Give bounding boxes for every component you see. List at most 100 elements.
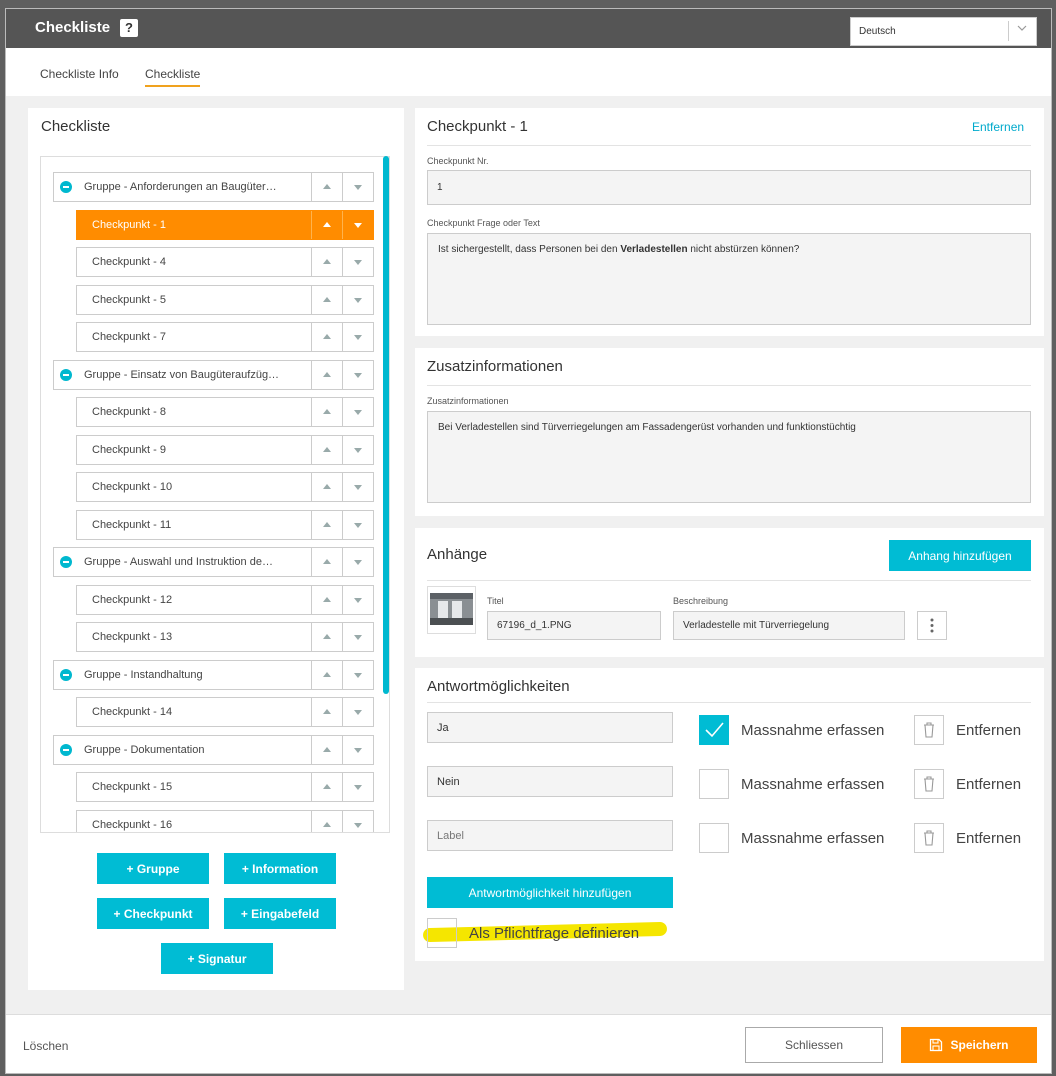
arrow-up-icon <box>323 184 331 189</box>
tree-item[interactable]: Checkpunkt - 1 <box>76 210 374 240</box>
remove-answer-button[interactable] <box>914 769 944 799</box>
tree-group[interactable]: Gruppe - Auswahl und Instruktion de… <box>53 547 374 577</box>
move-down-button[interactable] <box>342 173 373 201</box>
move-up-button[interactable] <box>311 323 342 351</box>
tree-item[interactable]: Checkpunkt - 7 <box>76 322 374 352</box>
move-down-button[interactable] <box>342 623 373 651</box>
remove-checkpoint-link[interactable]: Entfernen <box>972 120 1024 134</box>
tab-checkliste-info[interactable]: Checkliste Info <box>40 67 119 81</box>
answer-option-field[interactable]: Label <box>427 820 673 851</box>
move-down-button[interactable] <box>342 398 373 426</box>
move-down-button[interactable] <box>342 736 373 764</box>
arrow-up-icon <box>323 484 331 489</box>
checkpoint-question-field[interactable]: Ist sichergestellt, dass Personen bei de… <box>427 233 1031 325</box>
move-down-button[interactable] <box>342 211 373 239</box>
move-up-button[interactable] <box>311 473 342 501</box>
tree-group[interactable]: Gruppe - Anforderungen an Baugüter… <box>53 172 374 202</box>
tree-item[interactable]: Checkpunkt - 8 <box>76 397 374 427</box>
move-up-button[interactable] <box>311 361 342 389</box>
chevron-down-icon[interactable] <box>1017 23 1027 33</box>
remove-answer-button[interactable] <box>914 715 944 745</box>
add-answer-button[interactable]: Antwortmöglichkeit hinzufügen <box>427 877 673 908</box>
move-down-button[interactable] <box>342 248 373 276</box>
collapse-icon[interactable] <box>60 669 72 681</box>
measure-checkbox[interactable] <box>699 769 729 799</box>
dialog-title: Checkliste <box>35 19 111 36</box>
move-up-button[interactable] <box>311 623 342 651</box>
remove-answer-button[interactable] <box>914 823 944 853</box>
remove-answer-label[interactable]: Entfernen <box>956 830 1021 847</box>
tree-item[interactable]: Checkpunkt - 4 <box>76 247 374 277</box>
tree-group[interactable]: Gruppe - Instandhaltung <box>53 660 374 690</box>
attachment-more-button[interactable] <box>917 611 947 640</box>
tree-scrollbar[interactable] <box>383 156 389 694</box>
answer-option-field[interactable]: Ja <box>427 712 673 743</box>
move-up-button[interactable] <box>311 248 342 276</box>
move-down-button[interactable] <box>342 548 373 576</box>
extra-info-field[interactable]: Bei Verladestellen sind Türverriegelunge… <box>427 411 1031 503</box>
move-down-button[interactable] <box>342 436 373 464</box>
measure-checkbox[interactable] <box>699 823 729 853</box>
move-down-button[interactable] <box>342 473 373 501</box>
tree-item[interactable]: Checkpunkt - 11 <box>76 510 374 540</box>
tree-group[interactable]: Gruppe - Einsatz von Baugüteraufzüg… <box>53 360 374 390</box>
move-up-button[interactable] <box>311 398 342 426</box>
measure-checkbox[interactable] <box>699 715 729 745</box>
add-checkpoint-button[interactable]: + Checkpunkt <box>97 898 209 929</box>
move-down-button[interactable] <box>342 586 373 614</box>
move-up-button[interactable] <box>311 661 342 689</box>
move-down-button[interactable] <box>342 361 373 389</box>
move-down-button[interactable] <box>342 323 373 351</box>
collapse-icon[interactable] <box>60 744 72 756</box>
mandatory-checkbox[interactable] <box>427 918 457 948</box>
tab-checkliste[interactable]: Checkliste <box>145 67 201 87</box>
tree-item[interactable]: Checkpunkt - 12 <box>76 585 374 615</box>
move-up-button[interactable] <box>311 773 342 801</box>
tree-item[interactable]: Checkpunkt - 5 <box>76 285 374 315</box>
move-up-button[interactable] <box>311 586 342 614</box>
attachment-thumbnail[interactable] <box>427 586 476 634</box>
move-down-button[interactable] <box>342 698 373 726</box>
tree-item[interactable]: Checkpunkt - 16 <box>76 810 374 832</box>
move-down-button[interactable] <box>342 511 373 539</box>
collapse-icon[interactable] <box>60 369 72 381</box>
move-down-button[interactable] <box>342 286 373 314</box>
save-button[interactable]: Speichern <box>901 1027 1037 1063</box>
move-down-button[interactable] <box>342 773 373 801</box>
move-up-button[interactable] <box>311 211 342 239</box>
checkpoint-nr-label: Checkpunkt Nr. <box>427 156 489 166</box>
move-down-button[interactable] <box>342 811 373 832</box>
delete-link[interactable]: Löschen <box>23 1039 68 1053</box>
move-up-button[interactable] <box>311 736 342 764</box>
move-up-button[interactable] <box>311 436 342 464</box>
add-attachment-button[interactable]: Anhang hinzufügen <box>889 540 1031 571</box>
close-button[interactable]: Schliessen <box>745 1027 883 1063</box>
tree-group[interactable]: Gruppe - Dokumentation <box>53 735 374 765</box>
tree-item[interactable]: Checkpunkt - 13 <box>76 622 374 652</box>
remove-answer-label[interactable]: Entfernen <box>956 722 1021 739</box>
measure-label: Massnahme erfassen <box>741 830 885 847</box>
move-up-button[interactable] <box>311 511 342 539</box>
tree-item[interactable]: Checkpunkt - 14 <box>76 697 374 727</box>
move-up-button[interactable] <box>311 548 342 576</box>
move-up-button[interactable] <box>311 698 342 726</box>
add-input-field-button[interactable]: + Eingabefeld <box>224 898 336 929</box>
help-icon[interactable]: ? <box>120 19 138 37</box>
remove-answer-label[interactable]: Entfernen <box>956 776 1021 793</box>
tree-item[interactable]: Checkpunkt - 10 <box>76 472 374 502</box>
attachment-title-field[interactable]: 67196_d_1.PNG <box>487 611 661 640</box>
checkpoint-nr-field[interactable]: 1 <box>427 170 1031 205</box>
tree-item[interactable]: Checkpunkt - 15 <box>76 772 374 802</box>
move-up-button[interactable] <box>311 173 342 201</box>
move-down-button[interactable] <box>342 661 373 689</box>
add-signature-button[interactable]: + Signatur <box>161 943 273 974</box>
move-up-button[interactable] <box>311 286 342 314</box>
attachment-description-field[interactable]: Verladestelle mit Türverriegelung <box>673 611 905 640</box>
answer-option-field[interactable]: Nein <box>427 766 673 797</box>
move-up-button[interactable] <box>311 811 342 832</box>
add-information-button[interactable]: + Information <box>224 853 336 884</box>
collapse-icon[interactable] <box>60 181 72 193</box>
tree-item[interactable]: Checkpunkt - 9 <box>76 435 374 465</box>
add-group-button[interactable]: + Gruppe <box>97 853 209 884</box>
collapse-icon[interactable] <box>60 556 72 568</box>
